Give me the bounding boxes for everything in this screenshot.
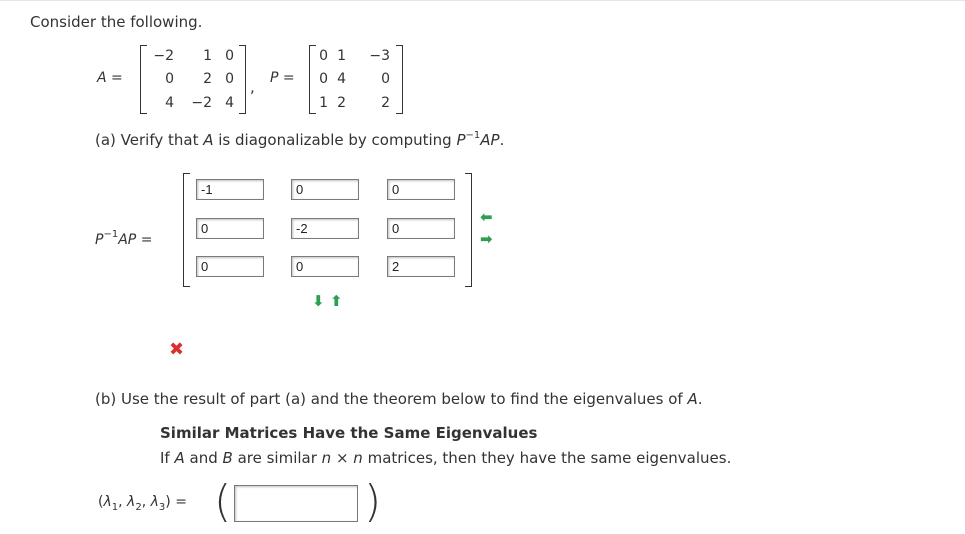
answer-input-r2c3[interactable]: 0 <box>387 218 455 239</box>
answer-input-r3c2[interactable]: 0 <box>291 256 359 277</box>
matrix-cell: 2 <box>337 95 346 111</box>
matrix-cell: 0 <box>381 71 390 87</box>
matrix-p-right-bracket <box>396 45 403 114</box>
matrix-p-label: P = <box>270 70 295 86</box>
left-paren: ( <box>214 476 232 527</box>
intro-text: Consider the following. <box>30 13 203 31</box>
eigenvalue-tuple-label: (λ1, λ2, λ3) = <box>98 494 187 513</box>
add-row-arrow-icon[interactable]: ➡ <box>480 232 493 247</box>
matrix-cell: 0 <box>225 48 234 64</box>
matrix-cell: 1 <box>337 48 346 64</box>
matrix-cell: 4 <box>225 95 234 111</box>
add-column-arrow-icon[interactable]: ⬇ <box>312 294 325 309</box>
matrix-a-right-bracket <box>239 45 246 114</box>
matrix-cell: 4 <box>165 95 174 111</box>
answer-input-r1c1[interactable]: -1 <box>196 179 264 200</box>
matrix-a-left-bracket <box>140 45 147 114</box>
matrix-cell: 0 <box>165 71 174 87</box>
matrix-cell: 1 <box>203 48 212 64</box>
theorem-body: If A and B are similar n × n matrices, t… <box>160 449 732 467</box>
top-divider <box>0 0 965 1</box>
answer-input-r2c1[interactable]: 0 <box>196 218 264 239</box>
matrix-cell: 2 <box>203 71 212 87</box>
remove-row-arrow-icon[interactable]: ⬅ <box>480 210 493 225</box>
answer-input-r3c3[interactable]: 2 <box>387 256 455 277</box>
theorem-title: Similar Matrices Have the Same Eigenvalu… <box>160 424 538 442</box>
right-paren: ) <box>364 476 382 527</box>
answer-matrix-left-bracket <box>183 173 190 287</box>
answer-input-r1c3[interactable]: 0 <box>387 179 455 200</box>
matrix-cell: −2 <box>191 95 212 111</box>
comma-separator: , <box>250 78 255 96</box>
incorrect-icon: ✖ <box>169 339 185 360</box>
part-b-prompt: (b) Use the result of part (a) and the t… <box>95 390 703 408</box>
answer-matrix-right-bracket <box>465 173 472 287</box>
matrix-cell: 4 <box>337 71 346 87</box>
part-a-prompt: (a) Verify that A is diagonalizable by c… <box>95 130 505 149</box>
matrix-cell: −3 <box>369 48 390 64</box>
matrix-cell: −2 <box>153 48 174 64</box>
p-inverse-ap-label: P−1AP = <box>95 229 153 248</box>
eigenvalues-input[interactable] <box>234 485 358 522</box>
answer-input-r1c2[interactable]: 0 <box>291 179 359 200</box>
matrix-cell: 2 <box>381 95 390 111</box>
matrix-a-label: A = <box>97 70 123 86</box>
answer-input-r3c1[interactable]: 0 <box>196 256 264 277</box>
matrix-cell: 0 <box>225 71 234 87</box>
answer-input-r2c2[interactable]: -2 <box>291 218 359 239</box>
remove-column-arrow-icon[interactable]: ⬆ <box>330 294 343 309</box>
